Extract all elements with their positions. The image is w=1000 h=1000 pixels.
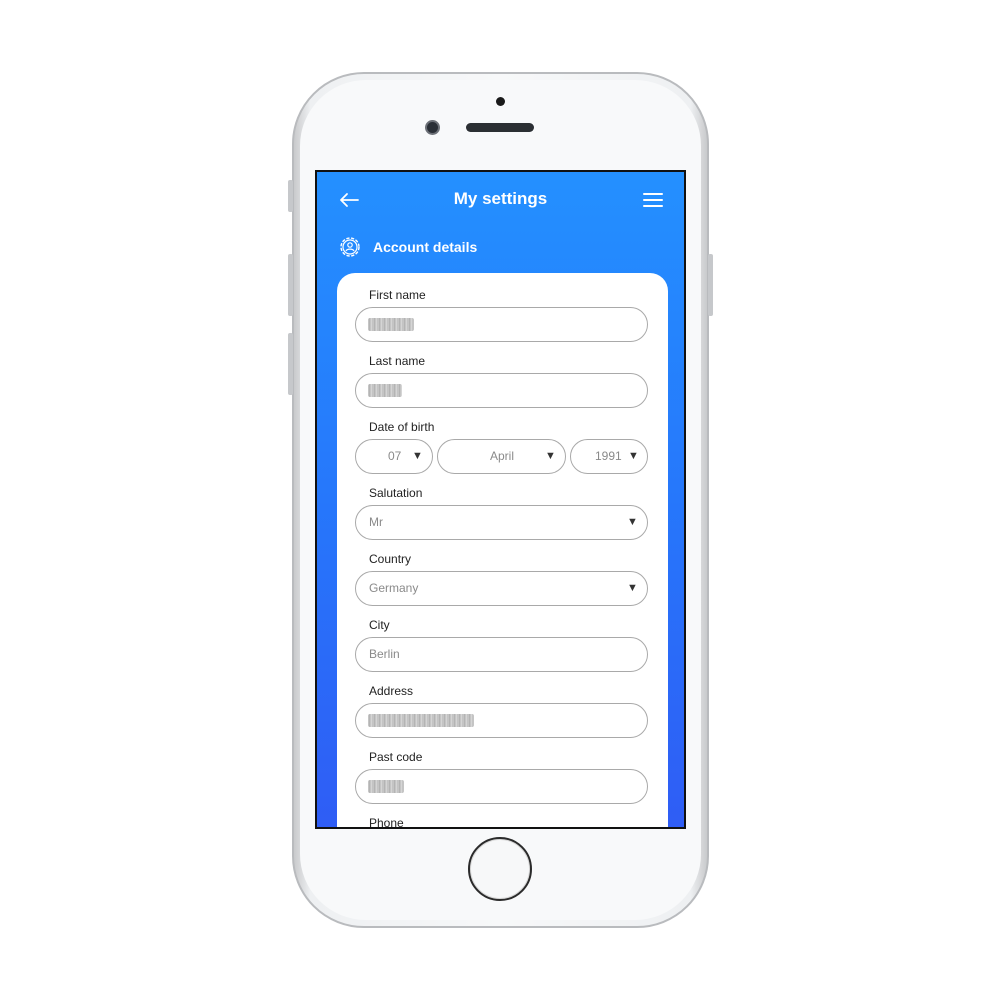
chevron-down-icon: ▼ — [627, 582, 638, 594]
earpiece-speaker — [466, 123, 534, 132]
obscured-value — [368, 714, 474, 727]
phone-label: Phone — [369, 816, 404, 829]
post-code-field[interactable] — [355, 769, 648, 804]
city-label: City — [369, 618, 390, 632]
first-name-field[interactable] — [355, 307, 648, 342]
first-name-label: First name — [369, 288, 426, 302]
top-bar: My settings — [317, 172, 684, 228]
volume-up-button — [288, 254, 293, 316]
chevron-down-icon: ▼ — [628, 450, 639, 462]
country-select[interactable]: Germany ▼ — [355, 571, 648, 606]
user-gear-icon — [340, 237, 360, 257]
front-camera — [425, 120, 440, 135]
dob-day-select[interactable]: 07 ▼ — [355, 439, 433, 474]
mute-switch — [288, 180, 293, 212]
country-label: Country — [369, 552, 412, 566]
obscured-value — [368, 384, 402, 397]
obscured-value — [368, 318, 414, 331]
dob-month-value: April — [490, 449, 515, 463]
dob-year-value: 1991 — [595, 449, 622, 463]
hamburger-menu-icon[interactable] — [642, 190, 664, 210]
dob-year-select[interactable]: 1991 ▼ — [570, 439, 648, 474]
dob-day-value: 07 — [388, 449, 402, 463]
obscured-value — [368, 780, 404, 793]
chevron-down-icon: ▼ — [627, 516, 638, 528]
section-label: Account details — [373, 239, 478, 255]
country-value: Germany — [369, 581, 419, 595]
chevron-down-icon: ▼ — [412, 450, 423, 462]
last-name-label: Last name — [369, 354, 426, 368]
app-screen: My settings Account details First name L… — [315, 170, 686, 829]
city-value: Berlin — [369, 647, 400, 661]
city-field[interactable]: Berlin — [355, 637, 648, 672]
post-code-label: Past code — [369, 750, 423, 764]
salutation-select[interactable]: Mr ▼ — [355, 505, 648, 540]
page-title: My settings — [453, 189, 548, 208]
home-button[interactable] — [468, 837, 532, 901]
salutation-label: Salutation — [369, 486, 423, 500]
date-of-birth-label: Date of birth — [369, 420, 435, 434]
salutation-value: Mr — [369, 515, 383, 529]
address-field[interactable] — [355, 703, 648, 738]
account-form-card: First name Last name Date of birth 07 ▼ … — [337, 273, 668, 829]
section-header: Account details — [337, 233, 477, 261]
proximity-sensor — [496, 97, 505, 106]
address-label: Address — [369, 684, 414, 698]
dob-month-select[interactable]: April ▼ — [437, 439, 566, 474]
last-name-field[interactable] — [355, 373, 648, 408]
power-button — [708, 254, 713, 316]
volume-down-button — [288, 333, 293, 395]
chevron-down-icon: ▼ — [545, 450, 556, 462]
